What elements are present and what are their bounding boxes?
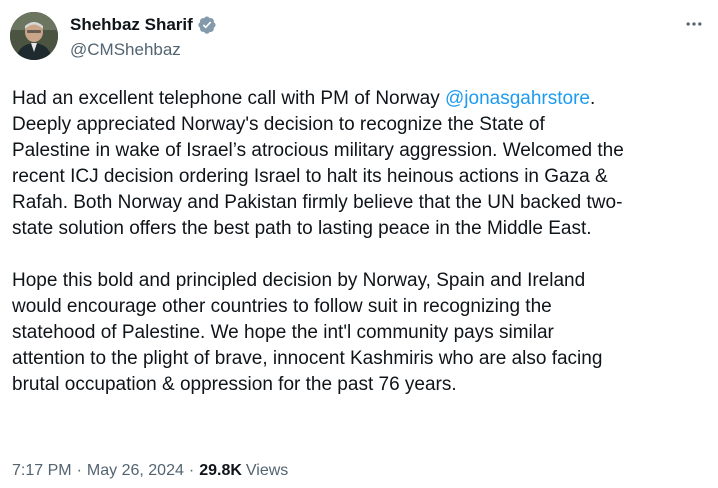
tweet-paragraph-1: Had an excellent telephone call with PM … bbox=[12, 86, 712, 242]
views-count: 29.8K bbox=[199, 462, 242, 479]
verified-badge-icon bbox=[197, 15, 217, 35]
meta-separator: · bbox=[188, 462, 195, 479]
views-label: Views bbox=[245, 462, 289, 479]
tweet-card: Shehbaz Sharif @CMShehbaz Had an excelle… bbox=[0, 0, 718, 488]
display-name[interactable]: Shehbaz Sharif bbox=[70, 15, 193, 35]
mention-link[interactable]: @jonasgahrstore bbox=[445, 88, 590, 109]
tweet-text: Had an excellent telephone call with PM … bbox=[12, 86, 712, 398]
tweet-paragraph-2: Hope this bold and principled decision b… bbox=[12, 270, 603, 395]
post-date[interactable]: May 26, 2024 bbox=[87, 462, 184, 480]
paragraph-1-lead: Had an excellent telephone call with PM … bbox=[12, 88, 446, 109]
avatar[interactable] bbox=[10, 12, 58, 60]
handle[interactable]: @CMShehbaz bbox=[70, 40, 217, 60]
post-time[interactable]: 7:17 PM bbox=[12, 462, 72, 480]
more-options-button[interactable] bbox=[684, 16, 704, 36]
meta-separator: · bbox=[76, 462, 82, 479]
paragraph-1-rest: . Deeply appreciated Norway's decision to… bbox=[12, 88, 624, 239]
tweet-meta: 7:17 PM · May 26, 2024 · 29.8K Views bbox=[12, 462, 288, 480]
author-block: Shehbaz Sharif @CMShehbaz bbox=[70, 14, 217, 60]
more-options-icon bbox=[684, 14, 704, 39]
name-row: Shehbaz Sharif bbox=[70, 14, 217, 36]
